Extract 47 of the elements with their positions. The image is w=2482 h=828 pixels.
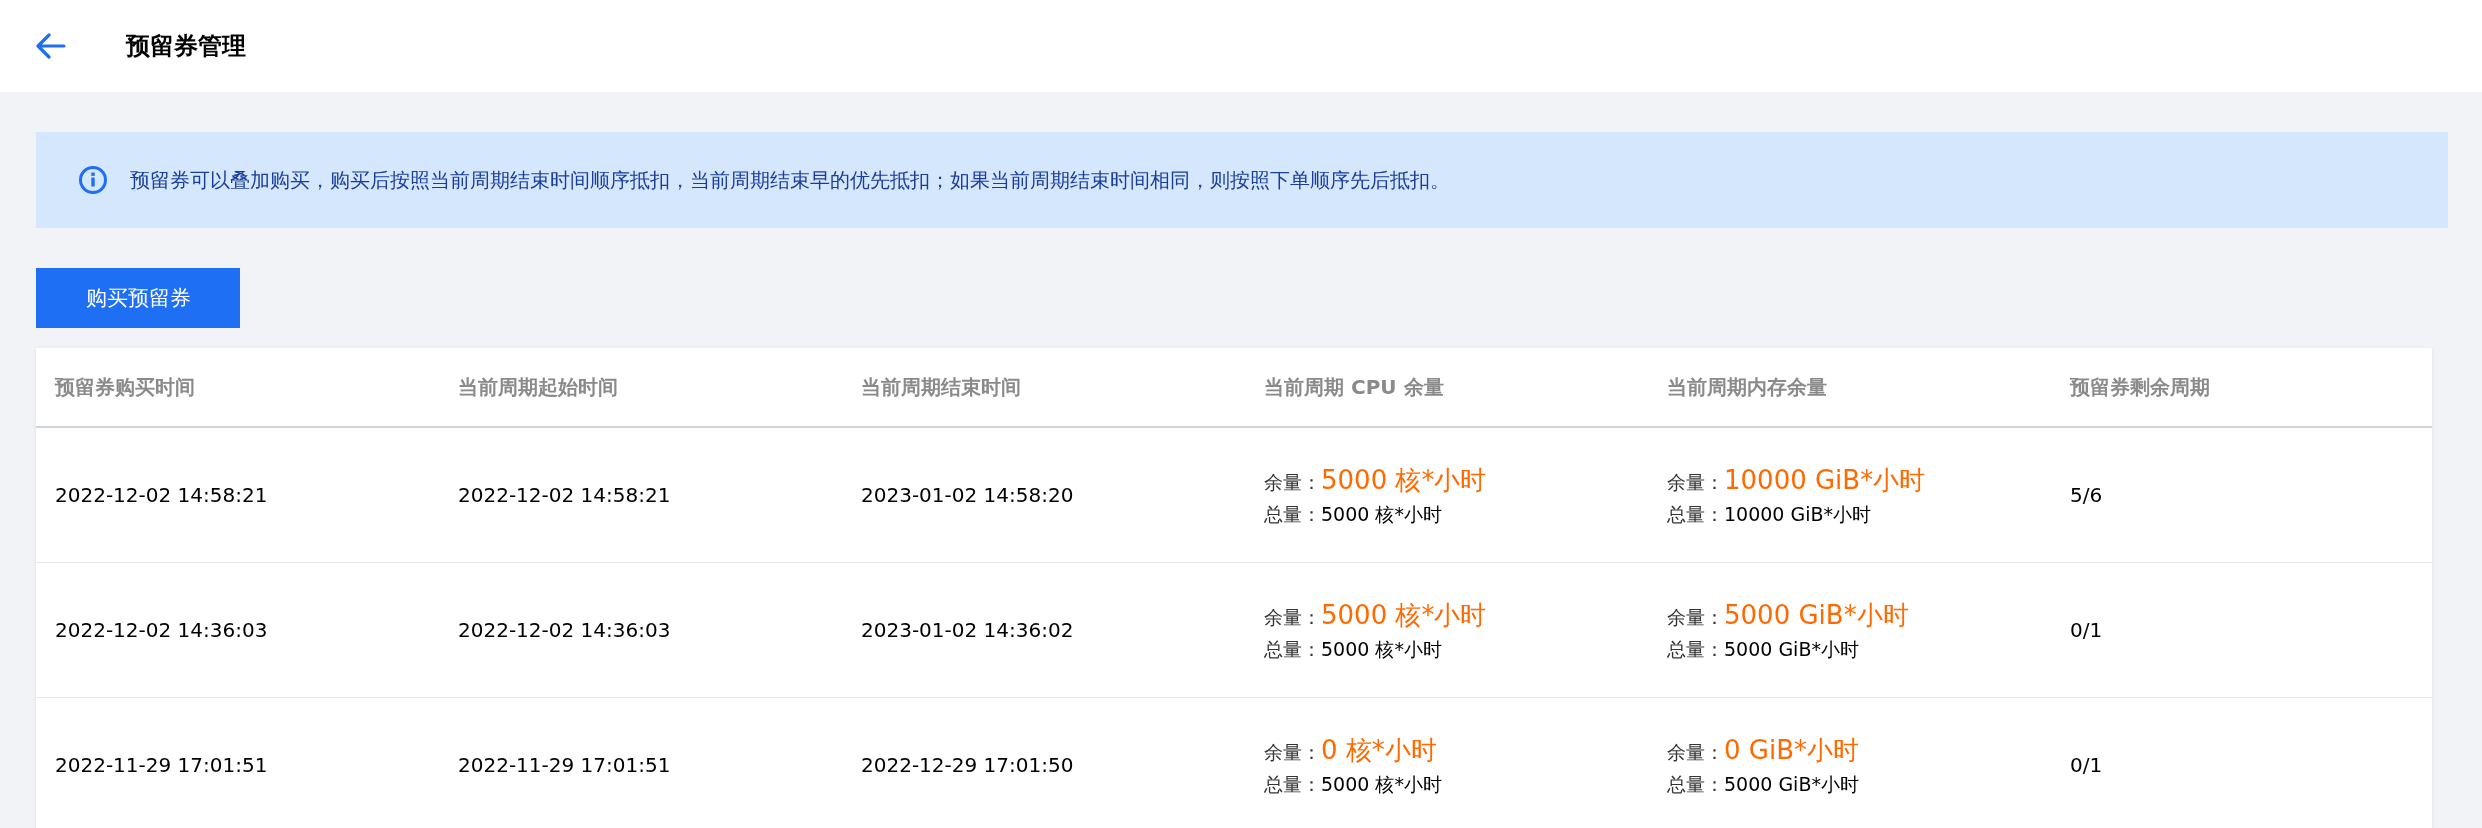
page-title: 预留券管理 bbox=[126, 31, 246, 62]
remaining-label: 余量： bbox=[1667, 604, 1724, 630]
info-icon bbox=[78, 165, 108, 195]
total-label: 总量： bbox=[1264, 636, 1321, 662]
total-label: 总量： bbox=[1667, 501, 1724, 527]
total-label: 总量： bbox=[1264, 501, 1321, 527]
remaining-value: 10000 GiB*小时 bbox=[1724, 463, 1926, 497]
remaining-value: 5000 核*小时 bbox=[1321, 463, 1487, 497]
notice-text: 预留券可以叠加购买，购买后按照当前周期结束时间顺序抵扣，当前周期结束早的优先抵扣；如果当前周期结束时间相同，则按照下单顺序先后抵扣。 bbox=[130, 166, 1450, 194]
remaining-label: 余量： bbox=[1667, 739, 1724, 765]
table-cell-text: 2022-12-02 14:36:03 bbox=[458, 618, 672, 642]
table-cell-text: 0/1 bbox=[2070, 618, 2104, 642]
table-cell-text: 2022-12-02 14:58:21 bbox=[458, 483, 672, 507]
column-header: 预留券购买时间 bbox=[55, 373, 196, 401]
total-value: 5000 GiB*小时 bbox=[1724, 771, 1859, 797]
remaining-value: 0 GiB*小时 bbox=[1724, 733, 1859, 767]
remaining-value: 5000 核*小时 bbox=[1321, 598, 1487, 632]
column-header: 当前周期起始时间 bbox=[458, 373, 619, 401]
table-cell-text: 2022-12-29 17:01:50 bbox=[861, 753, 1075, 777]
total-value: 5000 GiB*小时 bbox=[1724, 636, 1859, 662]
total-value: 10000 GiB*小时 bbox=[1724, 501, 1872, 527]
column-header: 预留券剩余周期 bbox=[2070, 373, 2211, 401]
remaining-label: 余量： bbox=[1264, 469, 1321, 495]
total-value: 5000 核*小时 bbox=[1321, 771, 1442, 797]
table-cell-text: 2023-01-02 14:36:02 bbox=[861, 618, 1075, 642]
remaining-value: 0 核*小时 bbox=[1321, 733, 1437, 767]
table-cell-text: 2022-12-02 14:36:03 bbox=[55, 618, 269, 642]
total-label: 总量： bbox=[1264, 771, 1321, 797]
column-header: 当前周期 CPU 余量 bbox=[1264, 373, 1445, 401]
total-label: 总量： bbox=[1667, 771, 1724, 797]
back-arrow-icon[interactable] bbox=[36, 33, 66, 59]
remaining-label: 余量： bbox=[1667, 469, 1724, 495]
table-cell-text: 0/1 bbox=[2070, 753, 2104, 777]
total-label: 总量： bbox=[1667, 636, 1724, 662]
remaining-value: 5000 GiB*小时 bbox=[1724, 598, 1909, 632]
total-value: 5000 核*小时 bbox=[1321, 636, 1442, 662]
table-cell-text: 5/6 bbox=[2070, 483, 2104, 507]
table-cell-text: 2022-12-02 14:58:21 bbox=[55, 483, 269, 507]
total-value: 5000 核*小时 bbox=[1321, 501, 1442, 527]
table-cell-text: 2022-11-29 17:01:51 bbox=[55, 753, 269, 777]
remaining-label: 余量： bbox=[1264, 739, 1321, 765]
table-cell-text: 2023-01-02 14:58:20 bbox=[861, 483, 1075, 507]
remaining-label: 余量： bbox=[1264, 604, 1321, 630]
column-header: 当前周期结束时间 bbox=[861, 373, 1022, 401]
column-header: 当前周期内存余量 bbox=[1667, 373, 1828, 401]
buy-button[interactable]: 购买预留券 bbox=[36, 268, 240, 328]
table-cell-text: 2022-11-29 17:01:51 bbox=[458, 753, 672, 777]
